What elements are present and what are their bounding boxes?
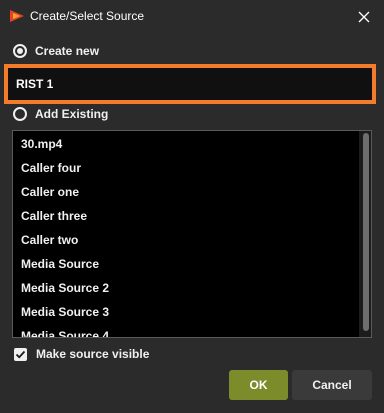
title-bar: Create/Select Source: [0, 0, 384, 33]
list-item[interactable]: Caller three: [13, 204, 359, 228]
list-scrollbar[interactable]: [359, 131, 371, 337]
list-item[interactable]: Caller two: [13, 228, 359, 252]
create-new-label: Create new: [35, 44, 100, 58]
window-title: Create/Select Source: [30, 9, 145, 23]
list-item[interactable]: Media Source 2: [13, 276, 359, 300]
list-item[interactable]: Media Source: [13, 252, 359, 276]
cancel-button[interactable]: Cancel: [292, 370, 372, 400]
close-button[interactable]: [344, 0, 384, 33]
existing-sources-list[interactable]: 30.mp4 Caller four Caller one Caller thr…: [12, 130, 372, 338]
list-item[interactable]: Media Source 3: [13, 300, 359, 324]
make-visible-checkbox[interactable]: [14, 347, 27, 361]
scrollbar-thumb[interactable]: [363, 133, 369, 331]
list-item[interactable]: 30.mp4: [13, 132, 359, 156]
add-existing-label: Add Existing: [35, 107, 109, 121]
checkmark-icon: [15, 350, 26, 358]
app-logo-icon: [9, 9, 25, 23]
ok-button[interactable]: OK: [229, 370, 288, 400]
add-existing-radio[interactable]: [13, 107, 27, 121]
add-existing-option[interactable]: Add Existing: [13, 107, 108, 121]
make-visible-option[interactable]: Make source visible: [14, 347, 149, 361]
source-name-input[interactable]: [16, 75, 364, 93]
create-new-radio[interactable]: [13, 44, 27, 58]
list-item[interactable]: Caller four: [13, 156, 359, 180]
source-name-field: [4, 64, 376, 104]
create-new-option[interactable]: Create new: [13, 44, 99, 58]
list-item[interactable]: Caller one: [13, 180, 359, 204]
make-visible-label: Make source visible: [36, 347, 150, 361]
list-item[interactable]: Media Source 4: [13, 324, 359, 337]
close-icon: [358, 11, 370, 22]
